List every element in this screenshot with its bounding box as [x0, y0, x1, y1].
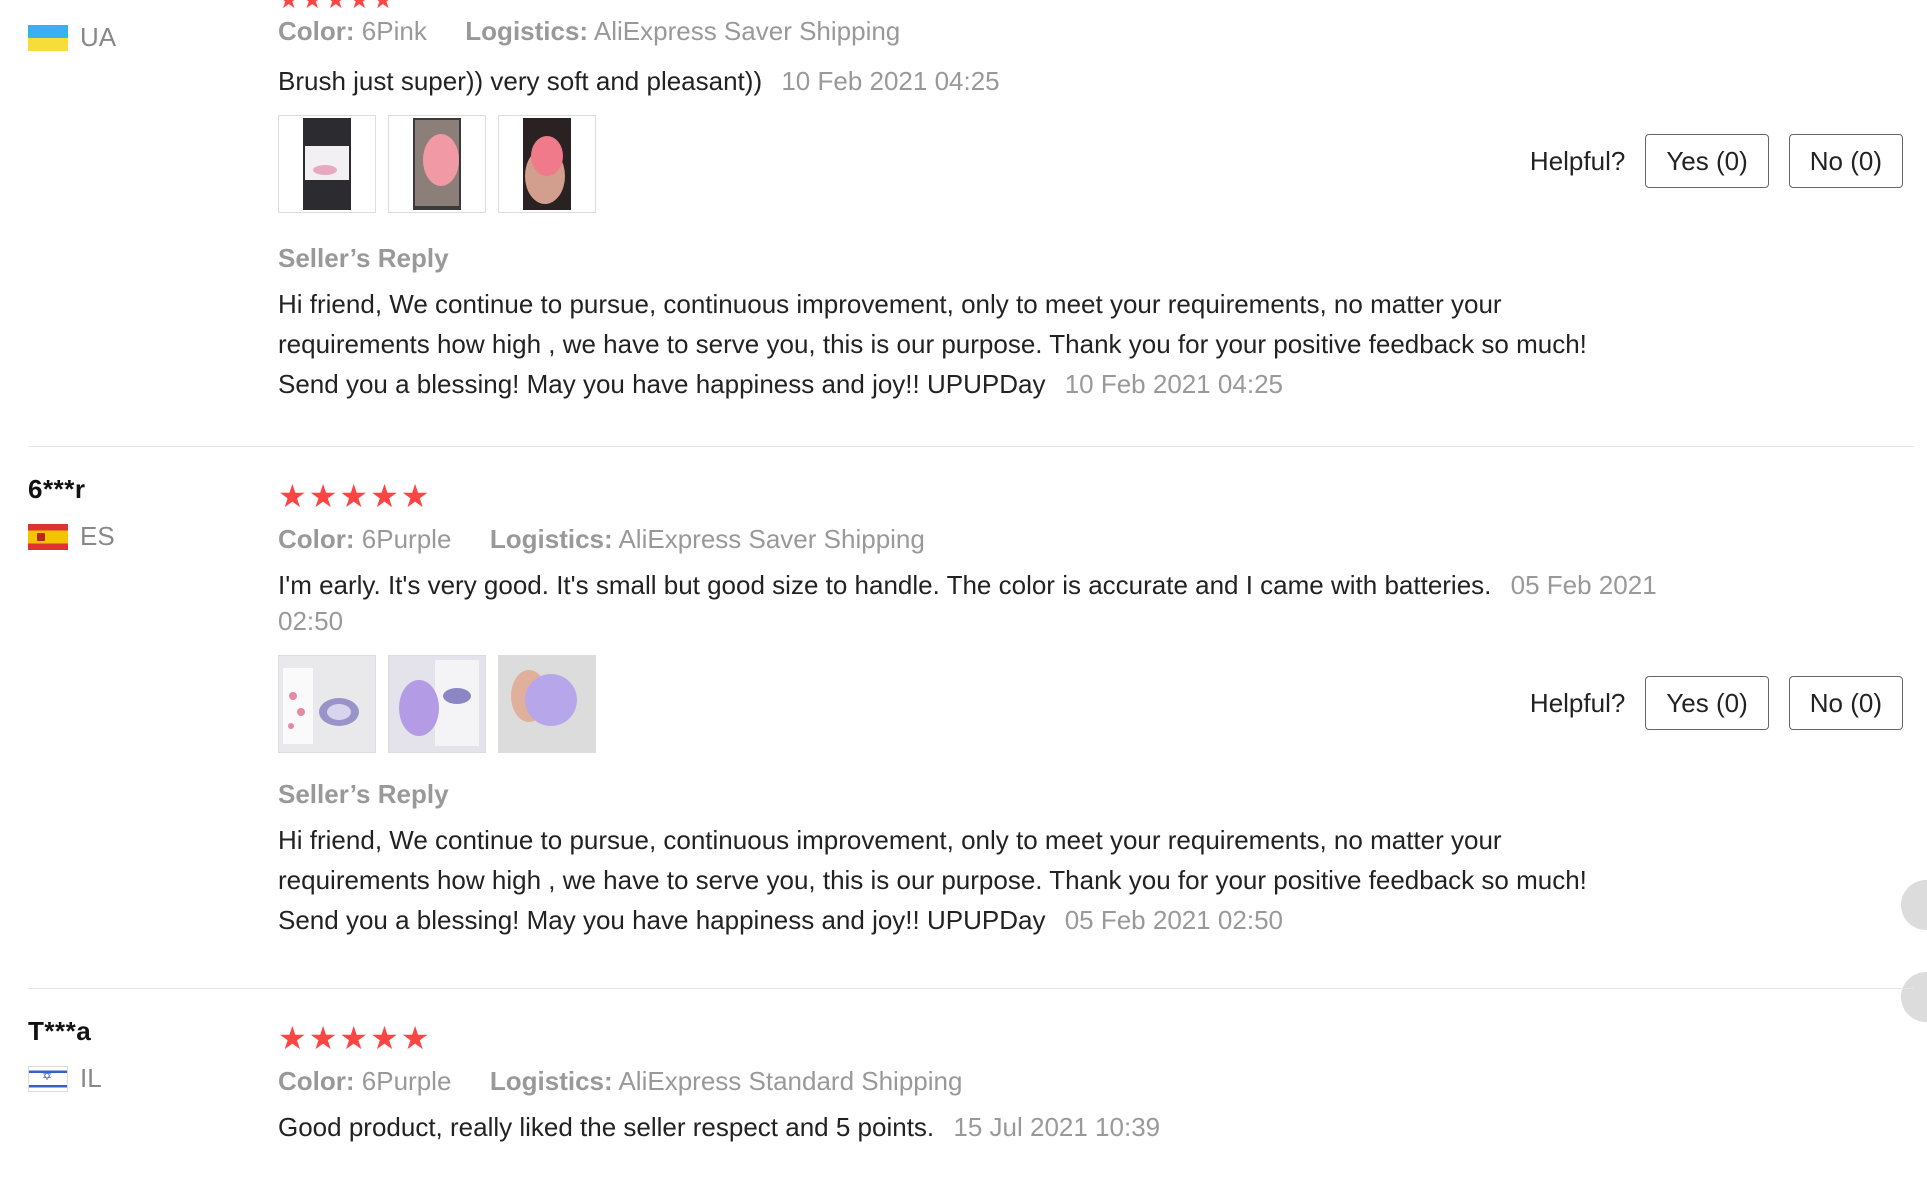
seller-reply: Hi friend, We continue to pursue, contin…	[278, 820, 1638, 940]
seller-reply-body: Hi friend, We continue to pursue, contin…	[278, 289, 1587, 399]
review-content: ★★★★★ Color: 6Purple Logistics: AliExpre…	[278, 480, 1698, 940]
previous-review-stars: ★★★★★	[278, 0, 396, 14]
reviewer-info: UA	[28, 22, 116, 53]
color-label: Color:	[278, 524, 355, 554]
country-code: IL	[80, 1063, 102, 1093]
color-value: 6Purple	[361, 1066, 452, 1096]
yes-vote-button[interactable]: Yes (0)	[1645, 676, 1769, 730]
product-photo-purple-brush-icon	[389, 656, 485, 752]
review-date: 15 Jul 2021 10:39	[953, 1112, 1161, 1142]
helpful-label: Helpful?	[1529, 145, 1626, 176]
seller-reply: Hi friend, We continue to pursue, contin…	[278, 284, 1638, 404]
seller-reply-title: Seller’s Reply	[278, 779, 449, 809]
review-photo[interactable]	[278, 115, 376, 213]
reviewer-country: IL	[28, 1063, 102, 1094]
logistics-value: AliExpress Saver Shipping	[618, 524, 925, 554]
color-value: 6Purple	[361, 524, 452, 554]
product-photo-box-icon	[303, 118, 351, 210]
review-date: 10 Feb 2021 04:25	[781, 66, 1000, 96]
review-meta: Color: 6Purple Logistics: AliExpress Sta…	[278, 1066, 1698, 1097]
helpful-label: Helpful?	[1529, 687, 1626, 718]
product-photo-in-hand-icon	[523, 118, 571, 210]
review-divider	[28, 988, 1914, 989]
israel-flag-icon	[28, 1065, 68, 1092]
review-divider	[28, 446, 1914, 447]
reviewer-info: 6***r ES	[28, 474, 115, 552]
yes-vote-button[interactable]: Yes (0)	[1645, 134, 1769, 188]
no-vote-button[interactable]: No (0)	[1788, 676, 1903, 730]
review-photo[interactable]	[498, 115, 596, 213]
product-photo-purple-in-hand-icon	[499, 656, 595, 752]
review-photo[interactable]	[388, 115, 486, 213]
color-label: Color:	[278, 16, 355, 46]
country-code: ES	[80, 521, 115, 551]
review-meta: Color: 6Pink Logistics: AliExpress Saver…	[278, 16, 1698, 47]
review-body: Good product, really liked the seller re…	[278, 1112, 935, 1142]
review-text: I'm early. It's very good. It's small bu…	[278, 567, 1698, 639]
logistics-label: Logistics:	[465, 16, 589, 46]
color-value: 6Pink	[361, 16, 427, 46]
logistics-value: AliExpress Saver Shipping	[593, 16, 901, 46]
review-body: Brush just super)) very soft and pleasan…	[278, 66, 763, 96]
review-meta: Color: 6Purple Logistics: AliExpress Sav…	[278, 524, 1698, 555]
rating-stars: ★★★★★	[278, 478, 432, 514]
seller-reply-date: 10 Feb 2021 04:25	[1064, 369, 1283, 399]
review-photo[interactable]	[388, 655, 486, 753]
seller-reply-body: Hi friend, We continue to pursue, contin…	[278, 825, 1587, 935]
rating-stars: ★★★★★	[278, 1020, 432, 1056]
helpful-vote: Helpful? Yes (0) No (0)	[1530, 134, 1903, 188]
scroll-button[interactable]	[1901, 880, 1927, 930]
review-photo[interactable]	[498, 655, 596, 753]
no-vote-button[interactable]: No (0)	[1788, 134, 1903, 188]
reviewer-country: ES	[28, 521, 115, 552]
scroll-button[interactable]	[1901, 972, 1927, 1022]
review-text: Brush just super)) very soft and pleasan…	[278, 63, 1698, 99]
review-photos	[278, 115, 1698, 213]
reviewer-country: UA	[28, 22, 116, 53]
ukraine-flag-icon	[28, 24, 68, 51]
reviewer-name: T***a	[28, 1016, 92, 1046]
logistics-label: Logistics:	[489, 524, 613, 554]
review-body: I'm early. It's very good. It's small bu…	[278, 570, 1492, 600]
country-code: UA	[80, 22, 117, 52]
seller-reply-date: 05 Feb 2021 02:50	[1064, 905, 1283, 935]
seller-reply-title: Seller’s Reply	[278, 243, 449, 273]
logistics-value: AliExpress Standard Shipping	[618, 1066, 963, 1096]
helpful-vote: Helpful? Yes (0) No (0)	[1530, 676, 1903, 730]
logistics-label: Logistics:	[489, 1066, 613, 1096]
review-content: Color: 6Pink Logistics: AliExpress Saver…	[278, 16, 1698, 404]
review-photo[interactable]	[278, 655, 376, 753]
reviewer-name: 6***r	[28, 474, 86, 504]
spain-flag-icon	[28, 523, 68, 550]
review-content: ★★★★★ Color: 6Purple Logistics: AliExpre…	[278, 1022, 1698, 1145]
review-text: Good product, really liked the seller re…	[278, 1109, 1698, 1145]
product-photo-packaging-icon	[279, 656, 375, 752]
review-photos	[278, 655, 1698, 753]
reviewer-info: T***a IL	[28, 1016, 102, 1094]
product-photo-pink-brush-icon	[413, 118, 461, 210]
color-label: Color:	[278, 1066, 355, 1096]
